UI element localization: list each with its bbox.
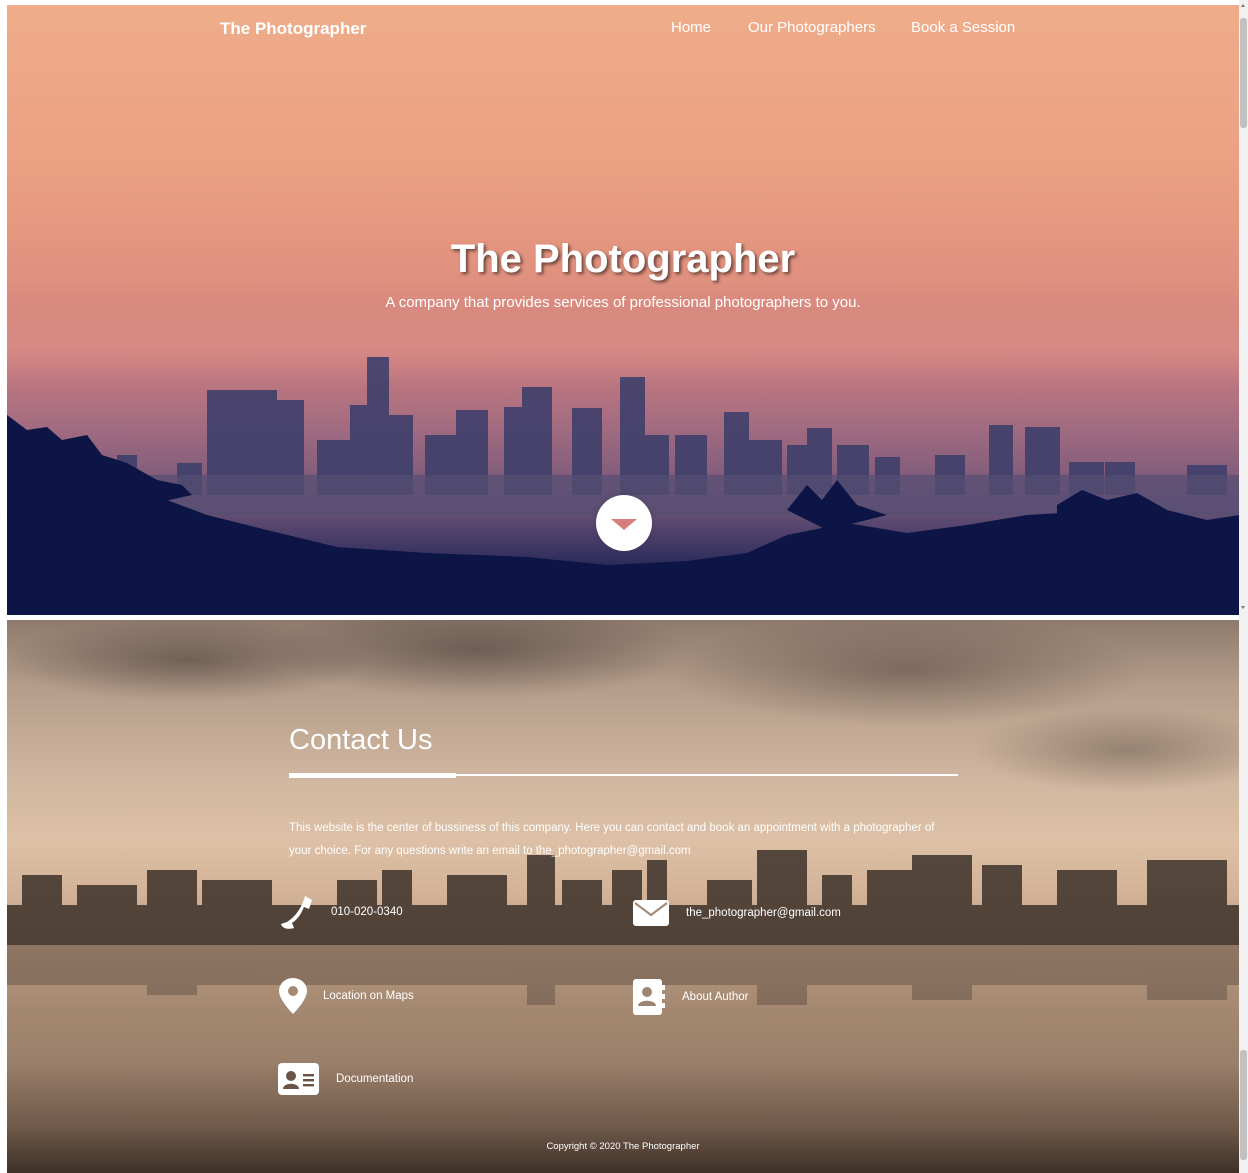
contact-phone[interactable]: 010-020-0340: [279, 894, 403, 930]
nav-link-home[interactable]: Home: [671, 19, 711, 36]
cloud-overlay: [7, 620, 1239, 840]
scroll-up-arrow-icon[interactable]: [1241, 4, 1245, 7]
page-scrollbar[interactable]: [1239, 0, 1248, 620]
hero-subtitle: A company that provides services of prof…: [385, 294, 861, 311]
top-navbar: The Photographer Home Our Photographers …: [7, 5, 1239, 61]
contact-about-author[interactable]: About Author: [633, 979, 749, 1015]
contact-description: This website is the center of bussiness …: [289, 822, 935, 857]
contact-divider-accent: [289, 773, 456, 778]
envelope-icon: [633, 900, 669, 926]
city-skyline-image: [7, 357, 1239, 615]
page-scrollbar-lower[interactable]: [1239, 620, 1248, 1173]
contact-location-label: Location on Maps: [323, 990, 414, 1002]
scroll-down-arrow-icon[interactable]: [1241, 606, 1245, 609]
contact-title: Contact Us: [289, 724, 433, 756]
contact-email[interactable]: the_photographer@gmail.com: [633, 899, 841, 927]
scrollbar-thumb[interactable]: [1240, 18, 1247, 128]
contact-documentation-label: Documentation: [336, 1073, 414, 1085]
scroll-down-button[interactable]: [596, 495, 652, 551]
contact-email-label: the_photographer@gmail.com: [686, 907, 841, 919]
nav-link-our-photographers[interactable]: Our Photographers: [748, 19, 876, 36]
contact-about-author-label: About Author: [682, 991, 749, 1003]
phone-icon: [281, 896, 312, 929]
waterfront-city-image: [7, 850, 1239, 1005]
hero-section: The Photographer Home Our Photographers …: [7, 5, 1239, 615]
scrollbar-thumb-lower[interactable]: [1240, 1050, 1247, 1160]
footer-copyright: Copyright © 2020 The Photographer: [546, 1141, 700, 1152]
nav-link-book-session[interactable]: Book a Session: [911, 19, 1015, 36]
contact-location[interactable]: Location on Maps: [279, 978, 414, 1014]
contact-phone-label: 010-020-0340: [331, 906, 403, 918]
brand-logo[interactable]: The Photographer: [220, 19, 366, 39]
hero-title: The Photographer: [450, 237, 796, 281]
id-card-icon: [278, 1063, 319, 1095]
address-book-icon: [633, 979, 665, 1015]
contact-documentation[interactable]: Documentation: [278, 1063, 413, 1095]
chevron-down-icon: [611, 519, 637, 530]
contact-section: Contact Us This website is the center of…: [7, 620, 1239, 1173]
map-pin-icon: [279, 978, 307, 1014]
